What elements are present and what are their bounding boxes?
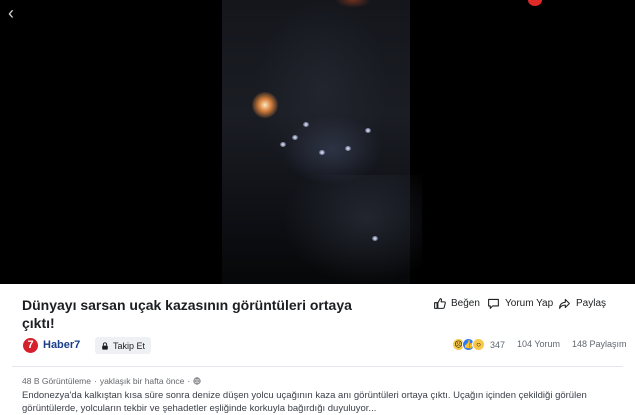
post-time: yaklaşık bir hafta önce (99, 376, 185, 386)
video-frame (222, 0, 422, 284)
light-dot (365, 128, 371, 133)
lock-icon (102, 341, 108, 350)
recording-indicator (528, 0, 542, 6)
smoke-glow (282, 175, 422, 284)
publisher-logo[interactable]: 7 (23, 338, 38, 353)
divider (12, 366, 623, 367)
comment-button[interactable]: Yorum Yap (487, 297, 553, 310)
light-dot (303, 122, 309, 127)
like-label: Beğen (451, 298, 480, 309)
separator: · (93, 376, 97, 386)
comment-icon (488, 298, 499, 309)
share-count[interactable]: 148 Paylaşım (572, 339, 627, 349)
chevron-left-icon: ‹ (8, 3, 14, 23)
publisher-name[interactable]: Haber7 (43, 339, 80, 351)
post-description: Endonezya'da kalkıştan kısa süre sonra d… (22, 390, 587, 414)
separator: · (187, 376, 191, 386)
follow-label: Takip Et (113, 340, 146, 351)
share-label: Paylaş (576, 298, 607, 309)
reactions-summary[interactable]: ☹ 👍 ○ 347 (452, 338, 505, 351)
share-icon (559, 298, 570, 309)
back-button[interactable]: ‹ (2, 2, 20, 24)
light-dot (292, 135, 298, 140)
comment-label: Yorum Yap (505, 298, 554, 309)
like-button[interactable]: Beğen (433, 297, 480, 310)
light-dot (372, 236, 378, 241)
light-dot (319, 150, 325, 155)
light-dot (345, 146, 351, 151)
light-dot (280, 142, 286, 147)
post-title: Dünyayı sarsan uçak kazasının görüntüler… (22, 297, 352, 331)
wow-reaction-icon: ○ (472, 338, 485, 351)
thumbs-up-icon (434, 298, 446, 309)
share-button[interactable]: Paylaş (558, 297, 606, 310)
post-meta: 48 B Görüntüleme · yaklaşık bir hafta ön… (22, 376, 201, 386)
globe-icon (193, 377, 201, 385)
follow-button[interactable]: Takip Et (95, 337, 152, 354)
reaction-count: 347 (490, 339, 506, 350)
fire-glow (252, 92, 278, 118)
view-count: 48 B Görüntüleme (22, 376, 91, 386)
video-player[interactable]: ‹ (0, 0, 635, 284)
comment-count[interactable]: 104 Yorum (517, 339, 560, 349)
